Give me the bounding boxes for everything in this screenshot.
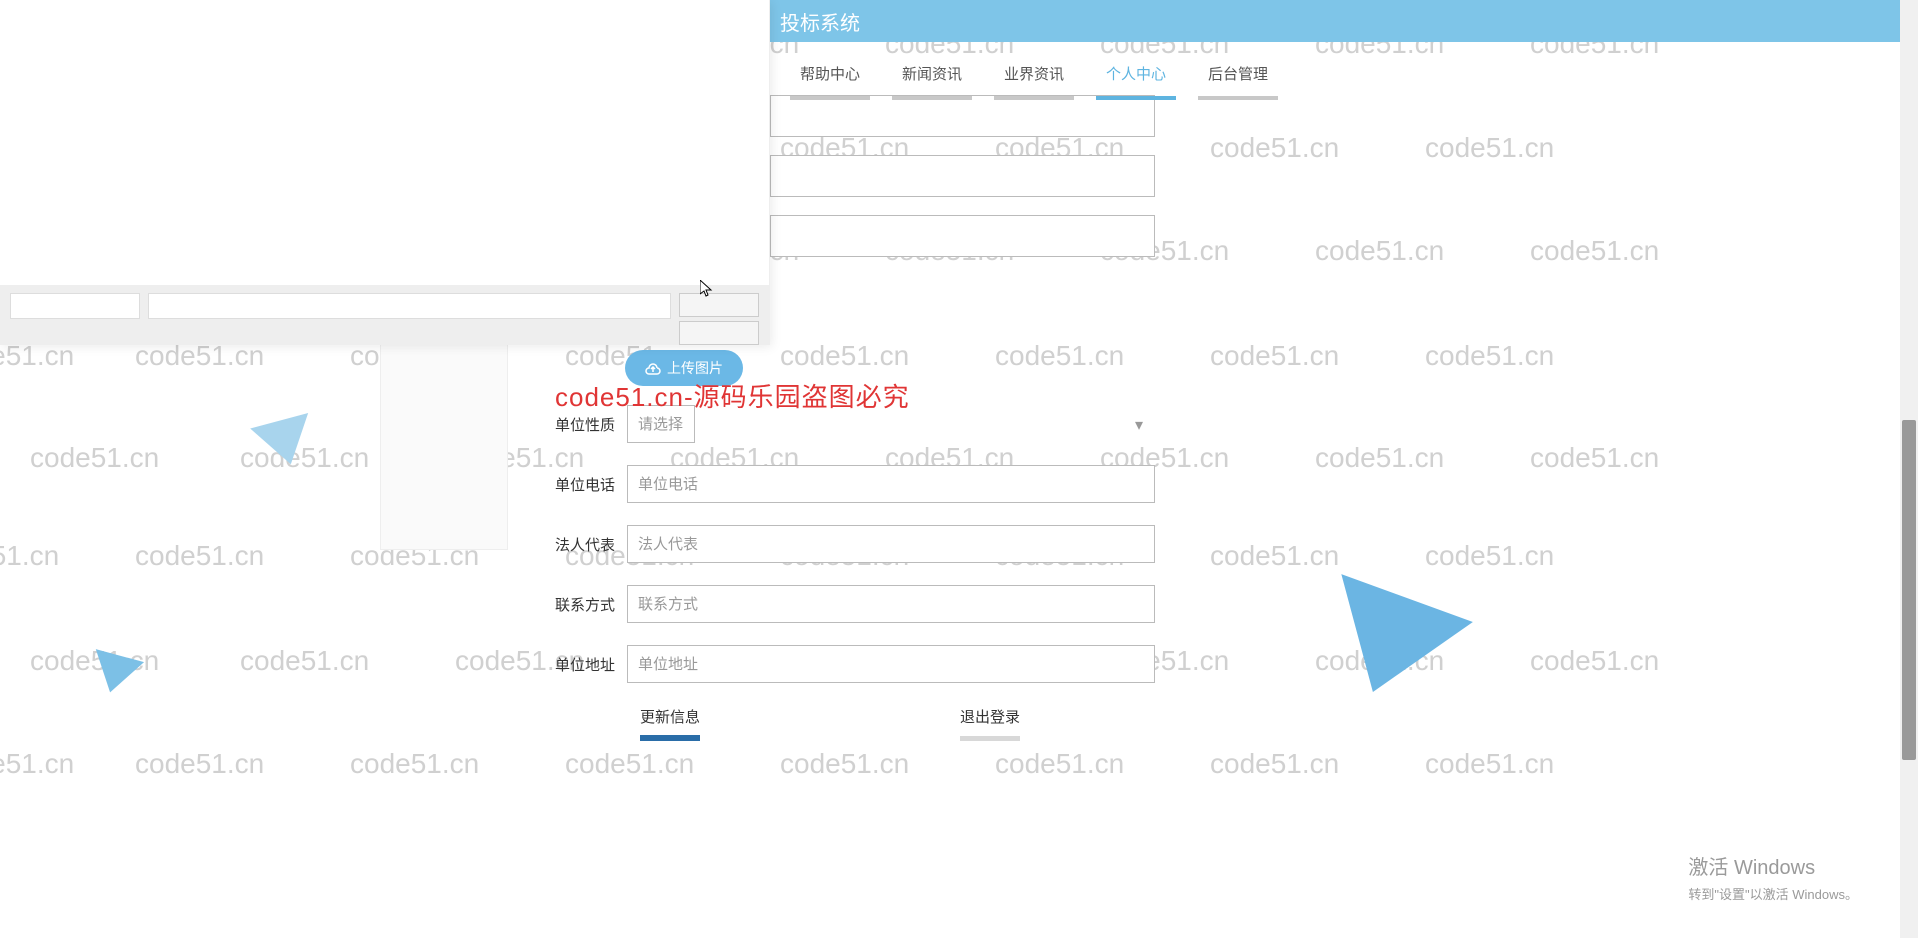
- watermark-text: code51.cn: [135, 748, 264, 780]
- label-contact: 联系方式: [555, 594, 627, 615]
- watermark-text: code51.cn: [1210, 748, 1339, 780]
- watermark-text: code51.cn: [1425, 540, 1554, 572]
- watermark-text: code51.cn: [1530, 235, 1659, 267]
- input-phone[interactable]: [627, 465, 1155, 503]
- nav-tabs: 帮助中心 新闻资讯 业界资讯 个人中心 后台管理: [790, 55, 1278, 100]
- label-legal: 法人代表: [555, 534, 627, 555]
- triangle-decoration-icon: [1307, 574, 1473, 716]
- watermark-text: code51.cn: [135, 540, 264, 572]
- red-watermark-text: code51.cn-源码乐园盗图必究: [555, 377, 910, 414]
- header-bar: 投标系统: [770, 0, 1918, 42]
- watermark-text: code51.cn: [995, 340, 1124, 372]
- top-input-1[interactable]: [770, 95, 1155, 137]
- upload-label: 上传图片: [667, 358, 723, 378]
- watermark-text: code51.cn: [1315, 442, 1444, 474]
- triangle-decoration-icon: [250, 413, 320, 472]
- profile-form: 单位性质 请选择 单位电话 法人代表 联系方式 单位地址: [555, 405, 1155, 705]
- scrollbar-thumb[interactable]: [1902, 420, 1916, 760]
- action-row: 更新信息 退出登录: [640, 700, 1020, 733]
- watermark-text: code51.cn: [1315, 235, 1444, 267]
- overlay-filename-label: [10, 293, 140, 319]
- watermark-text: code51.cn: [1530, 645, 1659, 677]
- windows-activation-sub: 转到"设置"以激活 Windows。: [1688, 884, 1858, 903]
- top-input-2[interactable]: [770, 155, 1155, 197]
- top-input-3[interactable]: [770, 215, 1155, 257]
- nav-tab-industry[interactable]: 业界资讯: [994, 55, 1074, 100]
- input-legal[interactable]: [627, 525, 1155, 563]
- windows-activation-title: 激活 Windows: [1688, 851, 1858, 880]
- watermark-text: code51.cn: [1425, 132, 1554, 164]
- overlay-dialog: [0, 0, 770, 345]
- nav-tab-help[interactable]: 帮助中心: [790, 55, 870, 100]
- logout-button[interactable]: 退出登录: [960, 700, 1020, 733]
- cloud-upload-icon: [645, 362, 661, 374]
- watermark-text: code51.cn: [350, 748, 479, 780]
- nav-tab-admin[interactable]: 后台管理: [1198, 55, 1278, 100]
- overlay-cancel-button[interactable]: [679, 321, 759, 345]
- label-nature: 单位性质: [555, 414, 627, 435]
- input-contact[interactable]: [627, 585, 1155, 623]
- overlay-toolbar: [0, 285, 769, 345]
- watermark-text: code51.cn: [30, 442, 159, 474]
- windows-activation-notice: 激活 Windows 转到"设置"以激活 Windows。: [1688, 851, 1858, 903]
- watermark-text: code51.cn: [1210, 540, 1339, 572]
- watermark-text: code51.cn: [240, 645, 369, 677]
- watermark-text: code51.cn: [1210, 132, 1339, 164]
- nav-tab-news[interactable]: 新闻资讯: [892, 55, 972, 100]
- watermark-text: code51.cn: [0, 748, 74, 780]
- input-address[interactable]: [627, 645, 1155, 683]
- update-info-button[interactable]: 更新信息: [640, 700, 700, 733]
- overlay-filename-input[interactable]: [148, 293, 671, 319]
- triangle-decoration-icon: [86, 649, 144, 699]
- watermark-text: code51.cn: [780, 748, 909, 780]
- label-phone: 单位电话: [555, 474, 627, 495]
- mouse-cursor-icon: [700, 280, 714, 303]
- watermark-text: code51.cn: [995, 748, 1124, 780]
- label-address: 单位地址: [555, 654, 627, 675]
- watermark-text: code51.cn: [1530, 442, 1659, 474]
- watermark-text: code51.cn: [1210, 340, 1339, 372]
- header-title: 投标系统: [780, 7, 860, 36]
- nav-tab-profile[interactable]: 个人中心: [1096, 55, 1176, 100]
- watermark-text: code51.cn: [1425, 748, 1554, 780]
- vertical-scrollbar[interactable]: [1900, 0, 1918, 938]
- watermark-text: code51.cn: [1425, 340, 1554, 372]
- overlay-open-button[interactable]: [679, 293, 759, 317]
- watermark-text: code51.cn: [780, 340, 909, 372]
- top-form-inputs: [770, 95, 1155, 275]
- watermark-text: code51.cn: [565, 748, 694, 780]
- watermark-text: code51.cn: [0, 540, 59, 572]
